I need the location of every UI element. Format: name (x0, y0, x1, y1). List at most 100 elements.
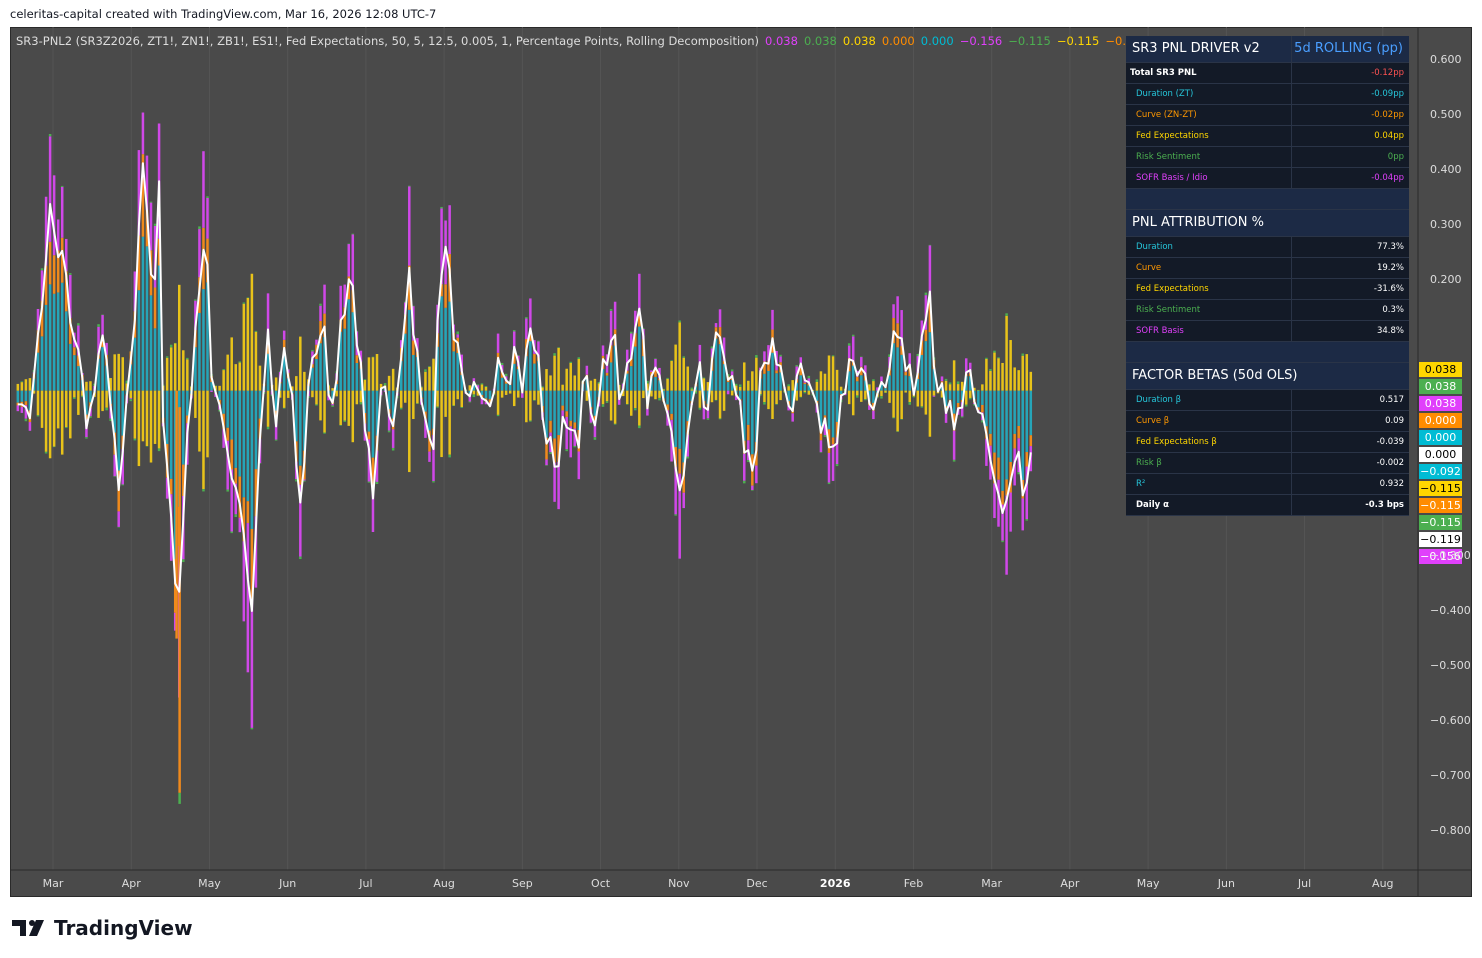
bar-sofr (206, 197, 209, 239)
bar-risk (565, 449, 568, 452)
panel-row-value: 34.8% (1376, 326, 1404, 336)
bar-risk (391, 447, 395, 451)
bar-fed (194, 390, 197, 418)
panel-row-value: 0.04pp (1374, 131, 1404, 141)
bar-sofr (16, 405, 20, 412)
bar-risk (747, 460, 750, 462)
bar-fed (246, 297, 250, 391)
bar-risk (24, 418, 28, 422)
bar-fed (202, 390, 205, 490)
x-tick-label: Dec (746, 877, 768, 890)
bar-risk (371, 356, 375, 358)
bar-fed (436, 390, 439, 407)
bar-sofr (577, 451, 581, 480)
bar-duration (726, 382, 730, 391)
bar-fed (872, 381, 875, 391)
x-tick-label: Mar (981, 877, 1003, 890)
bar-fed (391, 368, 395, 391)
tradingview-logo[interactable]: TradingView (12, 916, 193, 940)
bar-fed (638, 390, 641, 426)
y-tick-label: 0.300 (1430, 218, 1462, 232)
bar-risk (206, 196, 209, 198)
bar-risk (807, 375, 811, 379)
bar-fed (932, 390, 936, 396)
bar-curve (367, 431, 371, 440)
bar-fed (960, 381, 964, 391)
bar-duration (424, 390, 427, 412)
panel-row-value: -31.6% (1373, 284, 1404, 294)
bar-curve (175, 390, 178, 639)
bar-duration (371, 390, 375, 458)
bar-sofr (339, 285, 342, 320)
bar-duration (299, 390, 302, 466)
bar-sofr (896, 296, 899, 324)
bar-duration (1013, 390, 1016, 434)
bar-fed (258, 365, 262, 391)
bar-fed (670, 360, 673, 391)
bar-fed (250, 273, 254, 391)
bar-duration (484, 390, 488, 399)
bar-risk (920, 406, 924, 408)
bar-duration (488, 390, 492, 400)
panel-row: Fed Expectations -31.6% (1126, 279, 1409, 300)
bar-risk (638, 425, 641, 429)
panel-row-value: -0.02pp (1371, 110, 1404, 120)
bar-sofr (347, 243, 351, 277)
bar-risk (222, 369, 225, 371)
bar-fed (928, 390, 932, 437)
bar-duration (981, 390, 984, 405)
bar-fed (948, 384, 952, 391)
bar-curve (153, 287, 157, 329)
panel-row: Risk β -0.002 (1126, 453, 1409, 474)
bar-duration (823, 390, 827, 416)
bar-risk (282, 407, 286, 409)
bar-fed (404, 390, 407, 403)
bar-fed (682, 357, 685, 391)
bar-risk (246, 297, 250, 298)
bar-risk (960, 416, 964, 418)
panel-row-label: Curve (ZN-ZT) (1126, 105, 1292, 125)
bar-risk (226, 489, 229, 492)
bar-sofr (730, 371, 734, 376)
x-tick-label: May (1136, 877, 1160, 890)
bar-risk (634, 408, 637, 411)
bar-sofr (847, 345, 851, 359)
indicator-legend[interactable]: SR3-PNL2 (SR3Z2026, ZT1!, ZN1!, ZB1!, ES… (16, 34, 1284, 48)
bar-fed (650, 390, 653, 397)
bar-duration (311, 367, 314, 391)
bar-sofr (771, 309, 774, 330)
bar-risk (408, 185, 411, 187)
bar-sofr (238, 517, 242, 533)
bar-risk (496, 414, 500, 417)
bar-duration (428, 390, 431, 431)
bar-sofr (198, 229, 201, 278)
bar-fed (630, 390, 633, 416)
bar-sofr (331, 404, 334, 406)
bar-sofr (726, 390, 730, 395)
attribution-title: PNL ATTRIBUTION % (1126, 210, 1409, 237)
panel-row: Duration (ZT) -0.09pp (1126, 84, 1409, 105)
price-tag: −0.092 (1419, 464, 1462, 480)
bar-fed (512, 390, 516, 407)
bar-sofr (545, 459, 548, 466)
panel-row: Total SR3 PNL -0.12pp (1126, 63, 1409, 84)
bar-fed (496, 390, 500, 415)
bar-fed (839, 386, 843, 391)
bar-fed (993, 352, 996, 391)
bar-fed (222, 370, 225, 391)
bar-fed (710, 390, 714, 403)
bar-duration (52, 293, 56, 391)
bar-sofr (1021, 498, 1024, 531)
bar-curve (956, 402, 960, 408)
bar-fed (985, 358, 988, 391)
beta-rows: Duration β 0.517 Curve β 0.09 Fed Expectatio… (1126, 390, 1409, 516)
bar-fed (73, 390, 76, 398)
bar-fed (286, 390, 290, 398)
bar-duration (839, 390, 843, 395)
bar-duration (250, 390, 254, 530)
bar-duration (117, 390, 120, 471)
bar-fed (815, 381, 819, 391)
bar-duration (186, 390, 189, 416)
bar-risk (977, 389, 980, 391)
bar-curve (831, 437, 835, 445)
